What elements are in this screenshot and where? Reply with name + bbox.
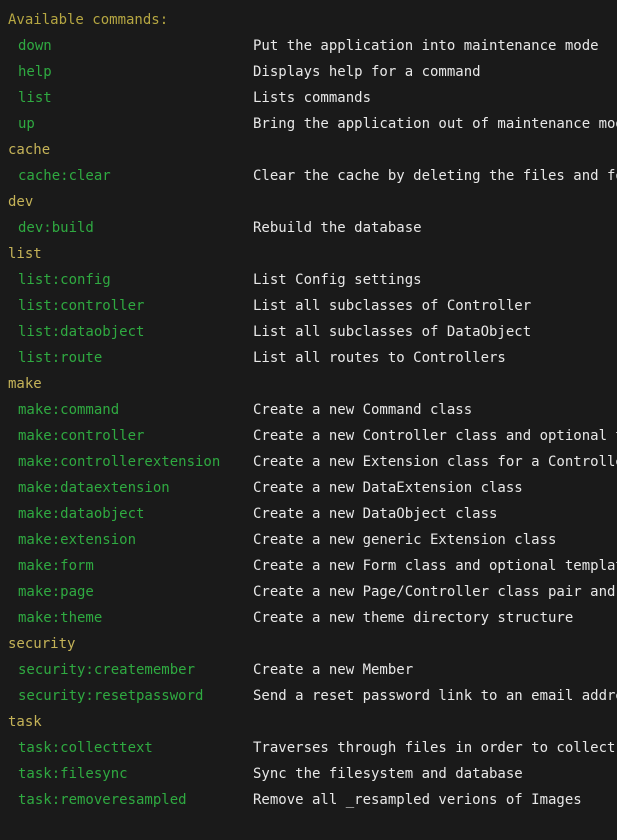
command-description: Create a new Member [253, 662, 414, 678]
command-name: security:resetpassword [18, 688, 204, 704]
command-description: Create a new Form class and optional tem… [253, 558, 617, 574]
command-description: Clear the cache by deleting the files an… [253, 168, 617, 184]
terminal-window: Available commands: down Put the applicat… [0, 0, 617, 840]
command-row: make:extension Create a new generic Exten… [0, 527, 617, 553]
command-row: make:dataobject Create a new DataObject c… [0, 501, 617, 527]
command-name: make:theme [18, 610, 103, 626]
command-name: list:route [18, 350, 103, 366]
command-row: make:command Create a new Command class [0, 397, 617, 423]
command-row: security:resetpassword Send a reset passw… [0, 683, 617, 709]
command-row: make:dataextension Create a new DataExten… [0, 475, 617, 501]
command-description: Remove all _resampled verions of Images [253, 792, 582, 808]
command-name: make:controllerextension [18, 454, 221, 470]
command-name: make:controller [18, 428, 145, 444]
command-row: make:controllerextension Create a new Ext… [0, 449, 617, 475]
command-name: list [18, 90, 52, 106]
command-name: make:dataobject [18, 506, 145, 522]
command-list: down Put the application into maintenance… [0, 33, 617, 813]
command-description: List all subclasses of Controller [253, 298, 532, 314]
command-row: task:removeresampled Remove all _resample… [0, 787, 617, 813]
command-group-header: security [8, 636, 76, 652]
command-description: Create a new Extension class for a Contr… [253, 454, 617, 470]
command-description: Create a new theme directory structure [253, 610, 574, 626]
command-description: Create a new DataObject class [253, 506, 498, 522]
command-row: up Bring the application out of maintenan… [0, 111, 617, 137]
command-row: list:route List all routes to Controllers [0, 345, 617, 371]
command-name: task:filesync [18, 766, 128, 782]
command-description: List all subclasses of DataObject [253, 324, 532, 340]
command-row: cache:clear Clear the cache by deleting t… [0, 163, 617, 189]
command-row: dev:build Rebuild the database [0, 215, 617, 241]
command-row: list:controller List all subclasses of Co… [0, 293, 617, 319]
command-description: Send a reset password link to an email a… [253, 688, 617, 704]
command-row: task:collecttext Traverses through files … [0, 735, 617, 761]
command-description: List Config settings [253, 272, 422, 288]
command-name: make:form [18, 558, 94, 574]
command-row: help Displays help for a command [0, 59, 617, 85]
command-description: Create a new Controller class and option… [253, 428, 617, 444]
command-row: make:controller Create a new Controller c… [0, 423, 617, 449]
command-row: security:createmember Create a new Member [0, 657, 617, 683]
command-name: task:collecttext [18, 740, 153, 756]
command-name: up [18, 116, 35, 132]
command-name: cache:clear [18, 168, 111, 184]
command-description: Sync the filesystem and database [253, 766, 523, 782]
command-description: Create a new generic Extension class [253, 532, 557, 548]
available-commands-heading: Available commands: [8, 12, 169, 28]
command-row: list:dataobject List all subclasses of Da… [0, 319, 617, 345]
command-group-header: dev [8, 194, 34, 210]
command-name: help [18, 64, 52, 80]
command-row: make:form Create a new Form class and opt… [0, 553, 617, 579]
command-group-header: cache [8, 142, 51, 158]
command-description: Create a new Command class [253, 402, 473, 418]
command-description: Put the application into maintenance mod… [253, 38, 599, 54]
command-row: down Put the application into maintenance… [0, 33, 617, 59]
command-name: list:config [18, 272, 111, 288]
command-description: Create a new DataExtension class [253, 480, 523, 496]
command-name: make:dataextension [18, 480, 170, 496]
command-description: Bring the application out of maintenance… [253, 116, 617, 132]
command-row: make:page Create a new Page/Controller cl… [0, 579, 617, 605]
command-name: list:dataobject [18, 324, 145, 340]
command-description: Rebuild the database [253, 220, 422, 236]
command-description: Traverses through files in order to coll… [253, 740, 616, 756]
terminal-output: Available commands: down Put the applicat… [0, 7, 617, 840]
command-description: Create a new Page/Controller class pair … [253, 584, 616, 600]
command-row: list Lists commands [0, 85, 617, 111]
command-description: Displays help for a command [253, 64, 481, 80]
command-row: task:filesync Sync the filesystem and dat… [0, 761, 617, 787]
command-name: down [18, 38, 52, 54]
command-name: list:controller [18, 298, 145, 314]
command-description: Lists commands [253, 90, 372, 106]
command-group-header: task [8, 714, 42, 730]
command-name: security:createmember [18, 662, 196, 678]
command-name: make:page [18, 584, 94, 600]
command-name: make:command [18, 402, 120, 418]
command-group-header: list [8, 246, 42, 262]
command-name: dev:build [18, 220, 94, 236]
command-row: make:theme Create a new theme directory s… [0, 605, 617, 631]
command-description: List all routes to Controllers [253, 350, 506, 366]
command-name: task:removeresampled [18, 792, 187, 808]
command-name: make:extension [18, 532, 137, 548]
command-group-header: make [8, 376, 42, 392]
command-row: list:config List Config settings [0, 267, 617, 293]
